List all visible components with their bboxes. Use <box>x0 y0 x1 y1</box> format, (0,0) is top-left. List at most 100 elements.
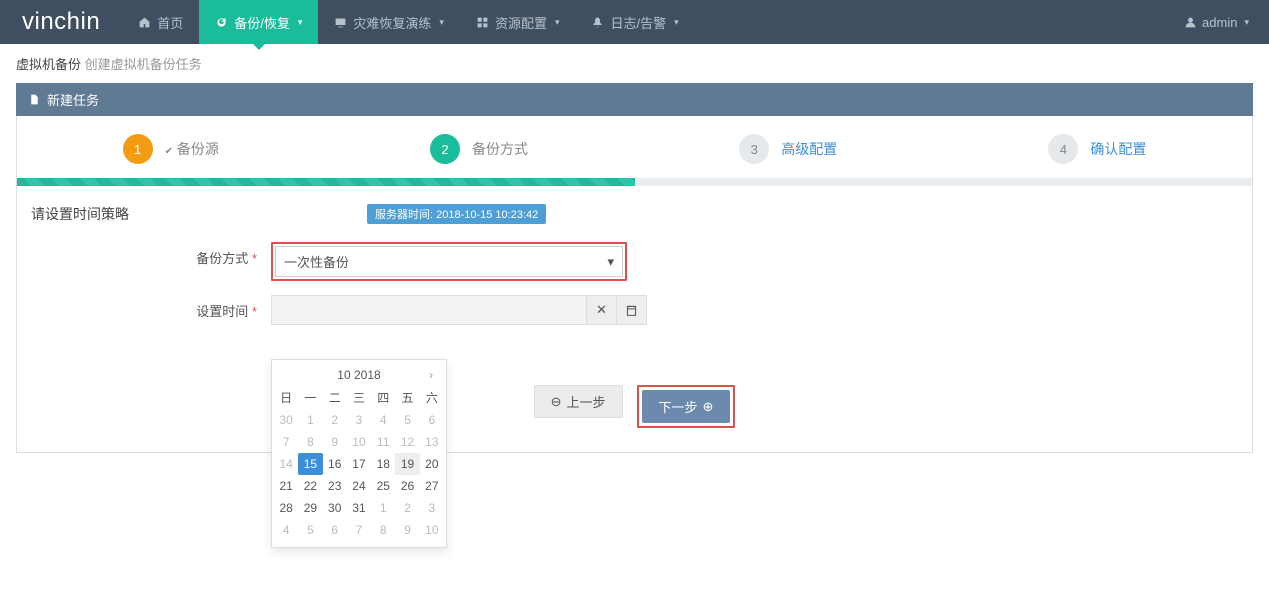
calendar-day[interactable]: 19 <box>395 453 419 475</box>
calendar-day[interactable]: 7 <box>274 431 298 453</box>
calendar-day[interactable]: 2 <box>323 409 347 431</box>
calendar-day[interactable]: 31 <box>347 497 371 519</box>
chevron-down-icon: ▾ <box>439 17 444 28</box>
calendar-day[interactable]: 4 <box>274 519 298 541</box>
prev-button[interactable]: ⊖ 上一步 <box>534 385 623 418</box>
calendar-day[interactable]: 16 <box>323 453 347 475</box>
calendar-day[interactable]: 7 <box>347 519 371 541</box>
calendar-button[interactable] <box>617 295 647 325</box>
nav-home[interactable]: 首页 <box>122 0 199 44</box>
calendar-day[interactable]: 3 <box>347 409 371 431</box>
step-3-num: 3 <box>739 134 769 164</box>
calendar-day[interactable]: 4 <box>371 409 395 431</box>
clear-button[interactable]: ✕ <box>587 295 617 325</box>
calendar-day[interactable]: 6 <box>420 409 444 431</box>
user-icon <box>1184 16 1197 29</box>
file-icon <box>28 93 41 106</box>
calendar-day[interactable]: 13 <box>420 431 444 453</box>
home-icon <box>138 16 151 29</box>
monitor-icon <box>334 16 347 29</box>
next-label: 下一步 <box>659 397 698 416</box>
backup-mode-select[interactable]: 一次性备份 ▾ <box>275 246 623 277</box>
calendar-day[interactable]: 29 <box>298 497 322 519</box>
user-menu[interactable]: admin ▾ <box>1164 15 1269 30</box>
calendar-day[interactable]: 25 <box>371 475 395 497</box>
refresh-icon <box>215 16 228 29</box>
calendar-dow: 三 <box>347 386 371 409</box>
calendar-day[interactable]: 8 <box>371 519 395 541</box>
step-4[interactable]: 4 确认配置 <box>1048 134 1146 164</box>
calendar-day[interactable]: 3 <box>420 497 444 519</box>
datetime-input[interactable] <box>271 295 587 325</box>
main-nav: 首页 备份/恢复 ▾ 灾难恢复演练 ▾ 资源配置 ▾ 日志/告警 ▾ <box>122 0 694 44</box>
chevron-down-icon: ▾ <box>1244 17 1249 28</box>
nav-home-label: 首页 <box>157 13 183 32</box>
calendar-day[interactable]: 6 <box>323 519 347 541</box>
breadcrumb-main: 虚拟机备份 <box>16 57 81 72</box>
calendar-day[interactable]: 22 <box>298 475 322 497</box>
calendar-day[interactable]: 18 <box>371 453 395 475</box>
nav-dr-label: 灾难恢复演练 <box>353 13 431 32</box>
calendar-dow: 六 <box>420 386 444 409</box>
calendar-day[interactable]: 9 <box>395 519 419 541</box>
calendar-day[interactable]: 10 <box>420 519 444 541</box>
calendar-day[interactable]: 28 <box>274 497 298 519</box>
calendar-next[interactable]: › <box>424 368 438 382</box>
calendar-title[interactable]: 10 2018 <box>337 368 380 382</box>
calendar-day[interactable]: 17 <box>347 453 371 475</box>
calendar-day[interactable]: 30 <box>274 409 298 431</box>
step-4-label: 确认配置 <box>1090 139 1146 159</box>
calendar-dow: 五 <box>395 386 419 409</box>
arrow-left-icon: ⊖ <box>551 394 562 410</box>
backup-mode-highlight: 一次性备份 ▾ <box>271 242 627 281</box>
bell-icon <box>591 16 604 29</box>
next-button[interactable]: 下一步 ⊕ <box>642 390 731 423</box>
panel-body: 1 ✔ 备份源 2 备份方式 3 高级配置 4 确认配置 请设置时间策略 <box>16 116 1253 453</box>
brand-logo: vinchin <box>0 8 122 36</box>
calendar-day[interactable]: 2 <box>395 497 419 519</box>
calendar-day[interactable]: 12 <box>395 431 419 453</box>
wizard-progress <box>17 178 1252 186</box>
calendar-day[interactable]: 8 <box>298 431 322 453</box>
calendar-day[interactable]: 1 <box>371 497 395 519</box>
chevron-down-icon: ▾ <box>298 17 303 28</box>
user-name: admin <box>1202 15 1237 30</box>
breadcrumb: 虚拟机备份 创建虚拟机备份任务 <box>0 44 1269 83</box>
calendar-popup: 10 2018 › 日一二三四五六 3012345678910111213141… <box>271 359 447 548</box>
set-time-label: 设置时间 * <box>27 295 271 320</box>
calendar-grid: 日一二三四五六 30123456789101112131415161718192… <box>274 386 444 541</box>
calendar-day[interactable]: 5 <box>395 409 419 431</box>
calendar-day[interactable]: 5 <box>298 519 322 541</box>
calendar-day[interactable]: 15 <box>298 453 322 475</box>
wizard-steps: 1 ✔ 备份源 2 备份方式 3 高级配置 4 确认配置 <box>17 130 1252 178</box>
calendar-day[interactable]: 20 <box>420 453 444 475</box>
calendar-day[interactable]: 23 <box>323 475 347 497</box>
calendar-day[interactable]: 11 <box>371 431 395 453</box>
calendar-day[interactable]: 21 <box>274 475 298 497</box>
datetime-group: ✕ <box>271 295 647 325</box>
calendar-day[interactable]: 1 <box>298 409 322 431</box>
step-4-num: 4 <box>1048 134 1078 164</box>
nav-resource[interactable]: 资源配置 ▾ <box>460 0 576 44</box>
nav-backup[interactable]: 备份/恢复 ▾ <box>199 0 318 44</box>
topbar: vinchin 首页 备份/恢复 ▾ 灾难恢复演练 ▾ 资源配置 ▾ 日志/告警… <box>0 0 1269 44</box>
caret-down-icon: ▾ <box>607 254 614 270</box>
calendar-day[interactable]: 26 <box>395 475 419 497</box>
step-2[interactable]: 2 备份方式 <box>430 134 528 164</box>
step-3[interactable]: 3 高级配置 <box>739 134 837 164</box>
calendar-dow: 日 <box>274 386 298 409</box>
calendar-day[interactable]: 24 <box>347 475 371 497</box>
calendar-day[interactable]: 10 <box>347 431 371 453</box>
check-icon: ✔ <box>165 146 173 157</box>
step-1-num: 1 <box>123 134 153 164</box>
nav-log[interactable]: 日志/告警 ▾ <box>575 0 694 44</box>
calendar-day[interactable]: 9 <box>323 431 347 453</box>
step-2-label: 备份方式 <box>472 139 528 159</box>
nav-dr[interactable]: 灾难恢复演练 ▾ <box>318 0 460 44</box>
step-1[interactable]: 1 ✔ 备份源 <box>123 134 219 164</box>
chevron-down-icon: ▾ <box>674 17 679 28</box>
calendar-day[interactable]: 14 <box>274 453 298 475</box>
calendar-day[interactable]: 30 <box>323 497 347 519</box>
calendar-dow: 二 <box>323 386 347 409</box>
calendar-day[interactable]: 27 <box>420 475 444 497</box>
